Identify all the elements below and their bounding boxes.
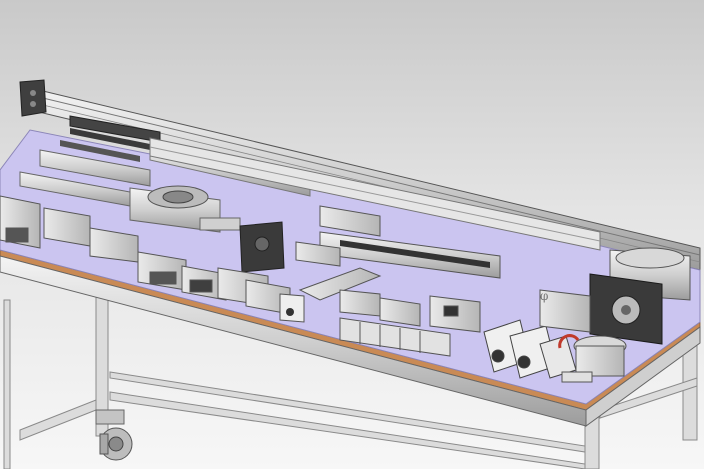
caster-wheel (95, 409, 133, 461)
mounting-bracket (239, 221, 285, 273)
handwritten-label: φ (540, 289, 548, 303)
assembly-render[interactable]: φ (0, 0, 704, 469)
cad-viewport[interactable]: φ (0, 0, 704, 469)
